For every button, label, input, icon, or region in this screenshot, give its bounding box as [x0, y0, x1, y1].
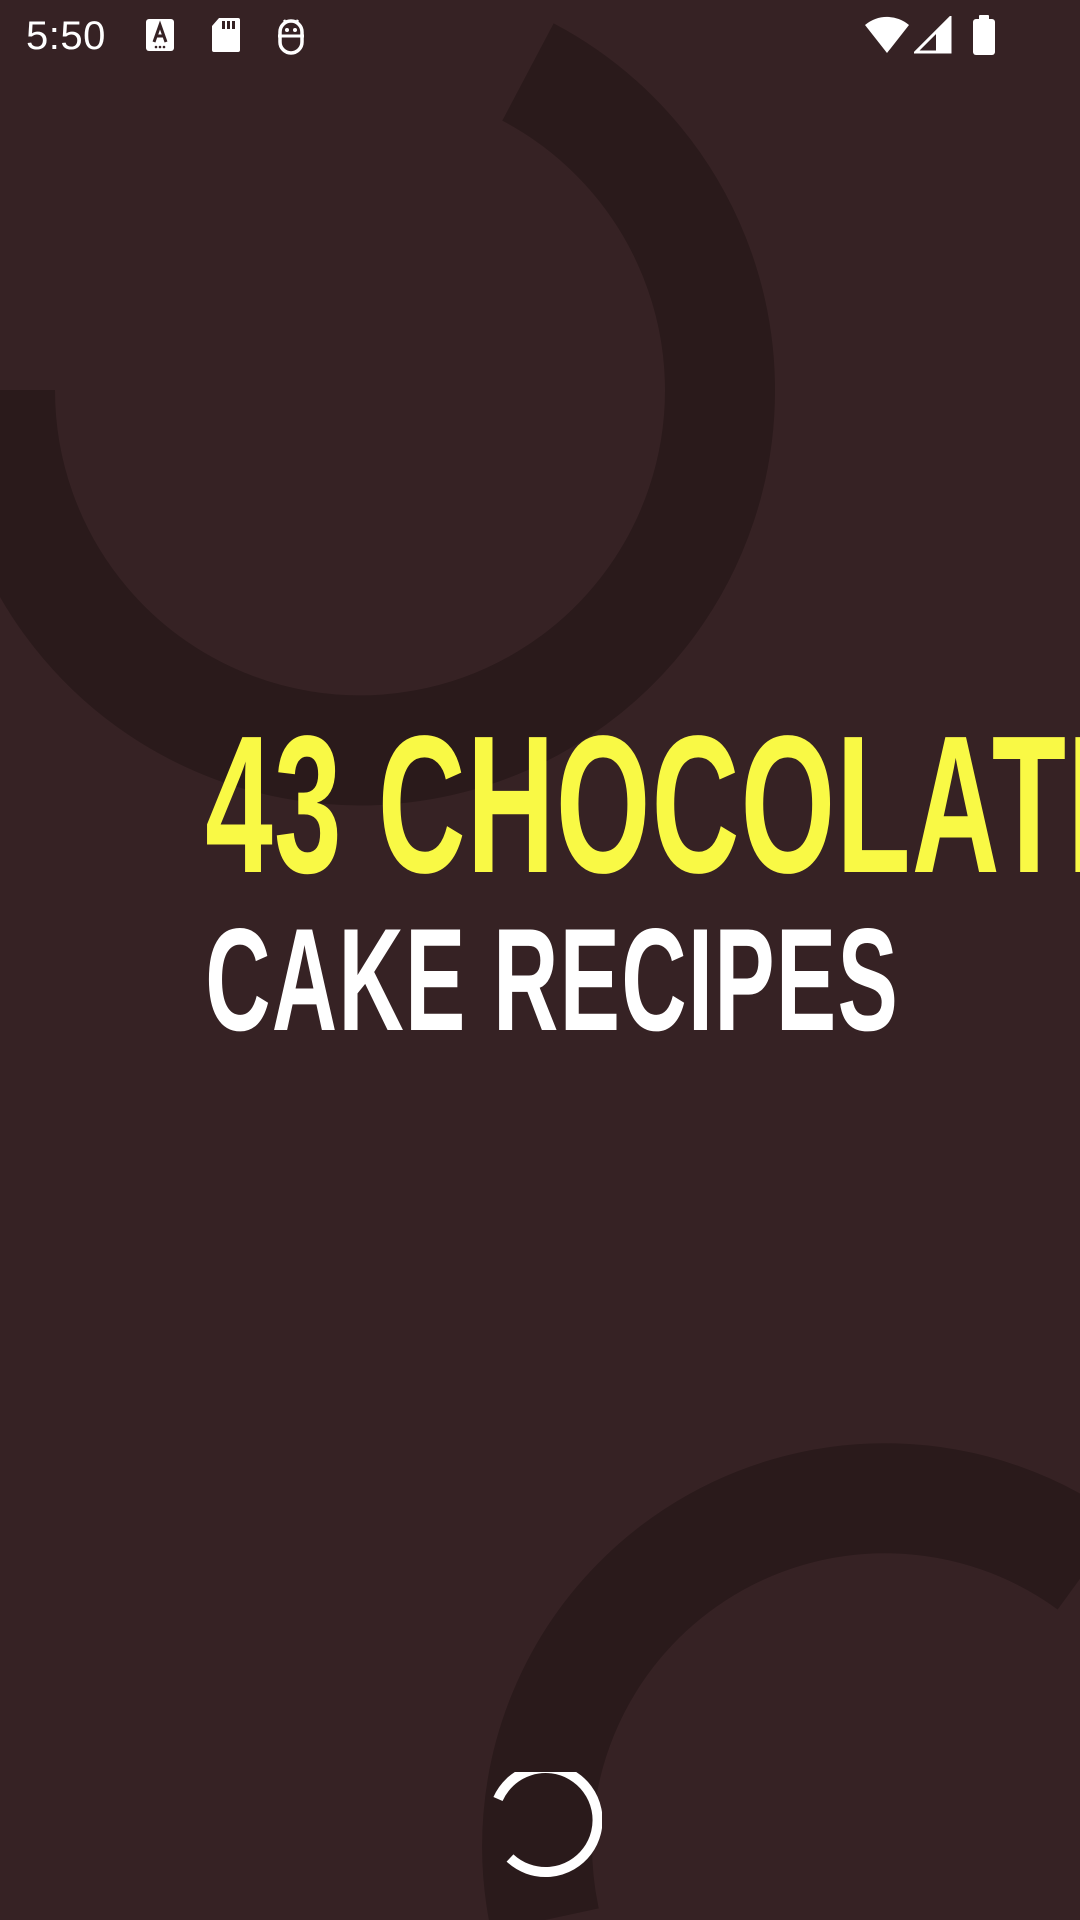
title-line-secondary: CAKE RECIPES	[205, 898, 900, 1061]
bottom-right-arc	[482, 1443, 1080, 1920]
android-debug-icon	[278, 19, 304, 55]
splash-title: 43 CHOCOLATE CAKE RECIPES	[0, 700, 1080, 1060]
top-left-arc	[0, 23, 775, 806]
title-line-primary: 43 CHOCOLATE	[205, 695, 1080, 914]
wifi-icon	[865, 16, 909, 53]
splash-screen: 5:50 43 CHOCOLATE CAKE RECIPES	[0, 0, 1080, 1920]
battery-icon	[973, 15, 995, 55]
loading-spinner-icon	[493, 1772, 602, 1877]
status-bar: 5:50	[0, 0, 1080, 72]
sd-card-icon	[212, 18, 240, 52]
cell-signal-icon	[914, 16, 952, 54]
status-time: 5:50	[26, 14, 106, 58]
accessibility-a-icon	[146, 19, 174, 51]
